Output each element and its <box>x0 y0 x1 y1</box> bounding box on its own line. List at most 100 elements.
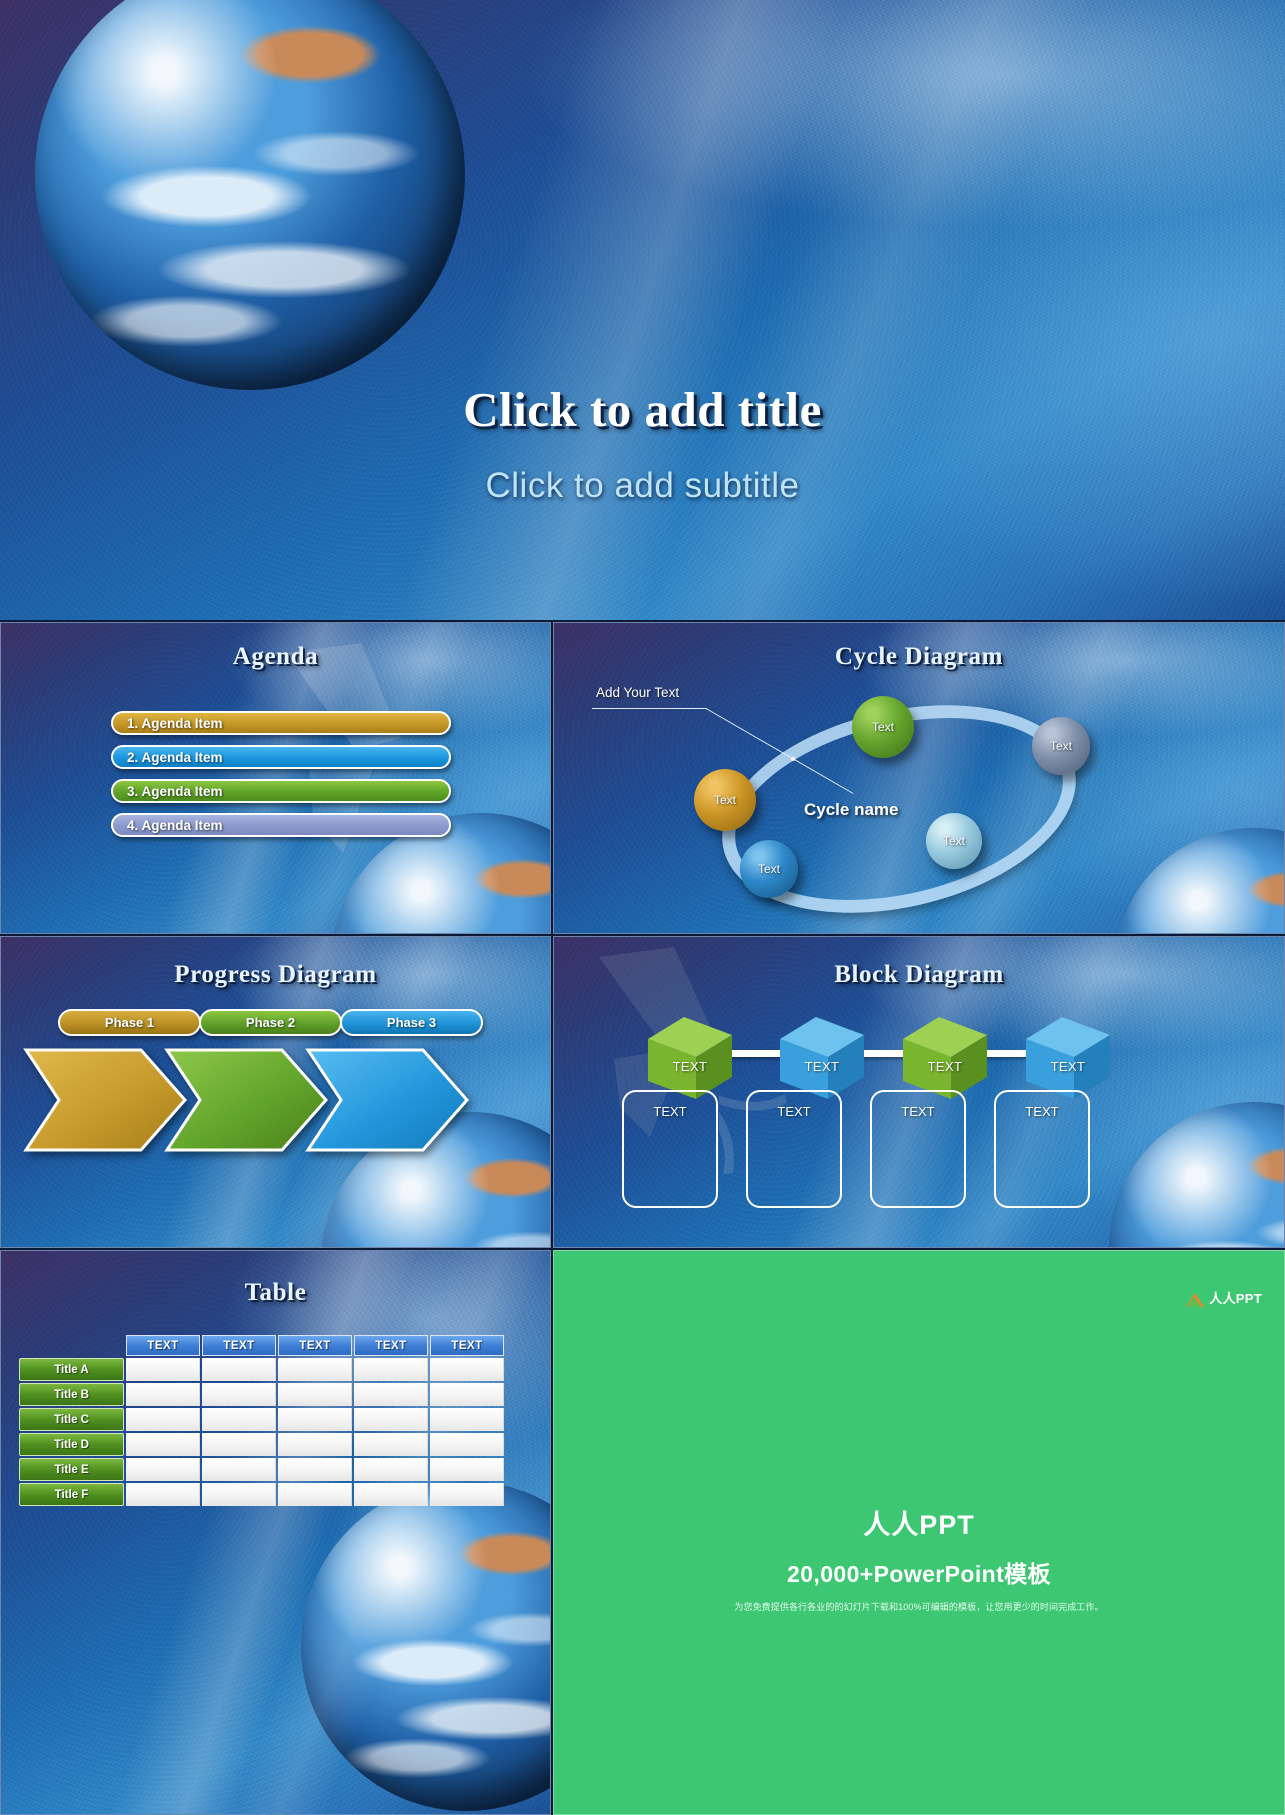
column-header[interactable]: TEXT <box>430 1335 504 1356</box>
table-cell[interactable] <box>202 1408 276 1431</box>
table-cell[interactable] <box>202 1458 276 1481</box>
column-header[interactable]: TEXT <box>126 1335 200 1356</box>
cycle-node-label: Text <box>757 862 780 876</box>
cycle-node-3[interactable]: Text <box>694 769 756 831</box>
table-cell[interactable] <box>202 1383 276 1406</box>
cycle-node-label: Text <box>871 720 894 734</box>
agenda-item-label: 1. Agenda Item <box>127 715 223 731</box>
promo-panel: 人人PPT 人人PPT 20,000+PowerPoint模板 为您免费提供各行… <box>553 1250 1285 1815</box>
table-cell[interactable] <box>278 1358 352 1381</box>
table-cell[interactable] <box>278 1433 352 1456</box>
slide-heading: Table <box>244 1279 307 1306</box>
table-cell[interactable] <box>202 1358 276 1381</box>
promo-note: 为您免费提供各行各业的的幻灯片下载和100%可编辑的模板，让您用更少的时间完成工… <box>734 1602 1104 1612</box>
table-cell[interactable] <box>126 1383 200 1406</box>
block-cube-label: TEXT <box>1050 1059 1086 1074</box>
table-cell[interactable] <box>126 1408 200 1431</box>
slide-heading: Block Diagram <box>834 961 1004 988</box>
phase-label: Phase 1 <box>104 1015 155 1030</box>
cycle-node-label: Text <box>1049 739 1072 753</box>
slide-table[interactable]: Table TEXT TEXT TEXT TEXT TEXT Title A T… <box>0 1250 551 1815</box>
table-row[interactable]: Title D <box>19 1431 506 1456</box>
block-box-3[interactable]: TEXT <box>870 1090 966 1208</box>
table-cell[interactable] <box>354 1408 428 1431</box>
table-cell[interactable] <box>278 1408 352 1431</box>
table-cell[interactable] <box>430 1383 504 1406</box>
table-row[interactable]: Title C <box>19 1406 506 1431</box>
chevron-arrow-3[interactable] <box>305 1047 470 1153</box>
row-header[interactable]: Title F <box>19 1483 124 1506</box>
promo-title: 人人PPT <box>863 1510 975 1540</box>
table-row[interactable]: Title A <box>19 1356 506 1381</box>
block-box-2[interactable]: TEXT <box>746 1090 842 1208</box>
table-cell[interactable] <box>354 1483 428 1506</box>
table-cell[interactable] <box>278 1458 352 1481</box>
agenda-item-3[interactable]: 3. Agenda Item <box>111 779 451 803</box>
title-slide: Click to add title Click to add subtitle <box>0 0 1285 620</box>
slide-block-diagram[interactable]: 人 Block Diagram TEXT TEXT TEXT TEXT TEXT… <box>553 936 1285 1248</box>
table-cell[interactable] <box>126 1458 200 1481</box>
agenda-item-2[interactable]: 2. Agenda Item <box>111 745 451 769</box>
cycle-center-label[interactable]: Cycle name <box>804 800 899 820</box>
agenda-item-label: 2. Agenda Item <box>127 749 223 765</box>
row-header[interactable]: Title E <box>19 1458 124 1481</box>
row-header[interactable]: Title D <box>19 1433 124 1456</box>
agenda-item-1[interactable]: 1. Agenda Item <box>111 711 451 735</box>
table-cell[interactable] <box>354 1433 428 1456</box>
agenda-item-label: 3. Agenda Item <box>127 783 223 799</box>
slide-progress-diagram[interactable]: Progress Diagram Phase 1 Phase 2 Phase 3 <box>0 936 551 1248</box>
cycle-node-2[interactable]: Text <box>1032 717 1090 775</box>
mountain-logo-icon <box>1186 1289 1205 1307</box>
callout-label[interactable]: Add Your Text <box>596 685 679 700</box>
brand-logo[interactable]: 人人PPT <box>1186 1288 1262 1307</box>
slide-cycle-diagram[interactable]: Cycle Diagram Add Your Text Text Text Te… <box>553 622 1285 934</box>
data-table[interactable]: TEXT TEXT TEXT TEXT TEXT Title A Title B… <box>19 1335 506 1506</box>
agenda-item-4[interactable]: 4. Agenda Item <box>111 813 451 837</box>
block-box-label: TEXT <box>1025 1104 1059 1119</box>
callout-underline <box>592 708 707 709</box>
table-cell[interactable] <box>278 1483 352 1506</box>
table-corner-cell <box>19 1335 126 1356</box>
block-cube-label: TEXT <box>672 1059 708 1074</box>
block-box-1[interactable]: TEXT <box>622 1090 718 1208</box>
column-header[interactable]: TEXT <box>202 1335 276 1356</box>
table-cell[interactable] <box>126 1433 200 1456</box>
table-cell[interactable] <box>430 1433 504 1456</box>
slide-agenda[interactable]: Agenda 1. Agenda Item 2. Agenda Item 3. … <box>0 622 551 934</box>
column-header[interactable]: TEXT <box>354 1335 428 1356</box>
title-placeholder[interactable]: Click to add title <box>0 381 1285 438</box>
table-cell[interactable] <box>202 1433 276 1456</box>
table-cell[interactable] <box>430 1358 504 1381</box>
phase-pill-1[interactable]: Phase 1 <box>58 1009 201 1036</box>
cycle-node-4[interactable]: Text <box>926 813 982 869</box>
phase-pill-2[interactable]: Phase 2 <box>199 1009 342 1036</box>
table-cell[interactable] <box>430 1483 504 1506</box>
table-cell[interactable] <box>202 1483 276 1506</box>
phase-label: Phase 3 <box>386 1015 437 1030</box>
table-cell[interactable] <box>354 1358 428 1381</box>
table-cell[interactable] <box>430 1408 504 1431</box>
table-cell[interactable] <box>354 1458 428 1481</box>
block-box-4[interactable]: TEXT <box>994 1090 1090 1208</box>
cycle-node-label: Text <box>713 793 736 807</box>
block-cube-label: TEXT <box>804 1059 840 1074</box>
column-header[interactable]: TEXT <box>278 1335 352 1356</box>
table-cell[interactable] <box>354 1383 428 1406</box>
table-cell[interactable] <box>126 1483 200 1506</box>
cycle-node-label: Text <box>942 834 965 848</box>
row-header[interactable]: Title B <box>19 1383 124 1406</box>
table-cell[interactable] <box>430 1458 504 1481</box>
subtitle-placeholder[interactable]: Click to add subtitle <box>0 466 1285 506</box>
brand-logo-text: 人人PPT <box>1209 1291 1262 1306</box>
phase-pill-3[interactable]: Phase 3 <box>340 1009 483 1036</box>
table-row[interactable]: Title F <box>19 1481 506 1506</box>
table-row[interactable]: Title E <box>19 1456 506 1481</box>
table-row[interactable]: Title B <box>19 1381 506 1406</box>
cycle-node-1[interactable]: Text <box>852 696 914 758</box>
row-header[interactable]: Title C <box>19 1408 124 1431</box>
slide-heading: Cycle Diagram <box>834 643 1004 670</box>
table-cell[interactable] <box>126 1358 200 1381</box>
row-header[interactable]: Title A <box>19 1358 124 1381</box>
cycle-node-5[interactable]: Text <box>740 840 798 898</box>
table-cell[interactable] <box>278 1383 352 1406</box>
